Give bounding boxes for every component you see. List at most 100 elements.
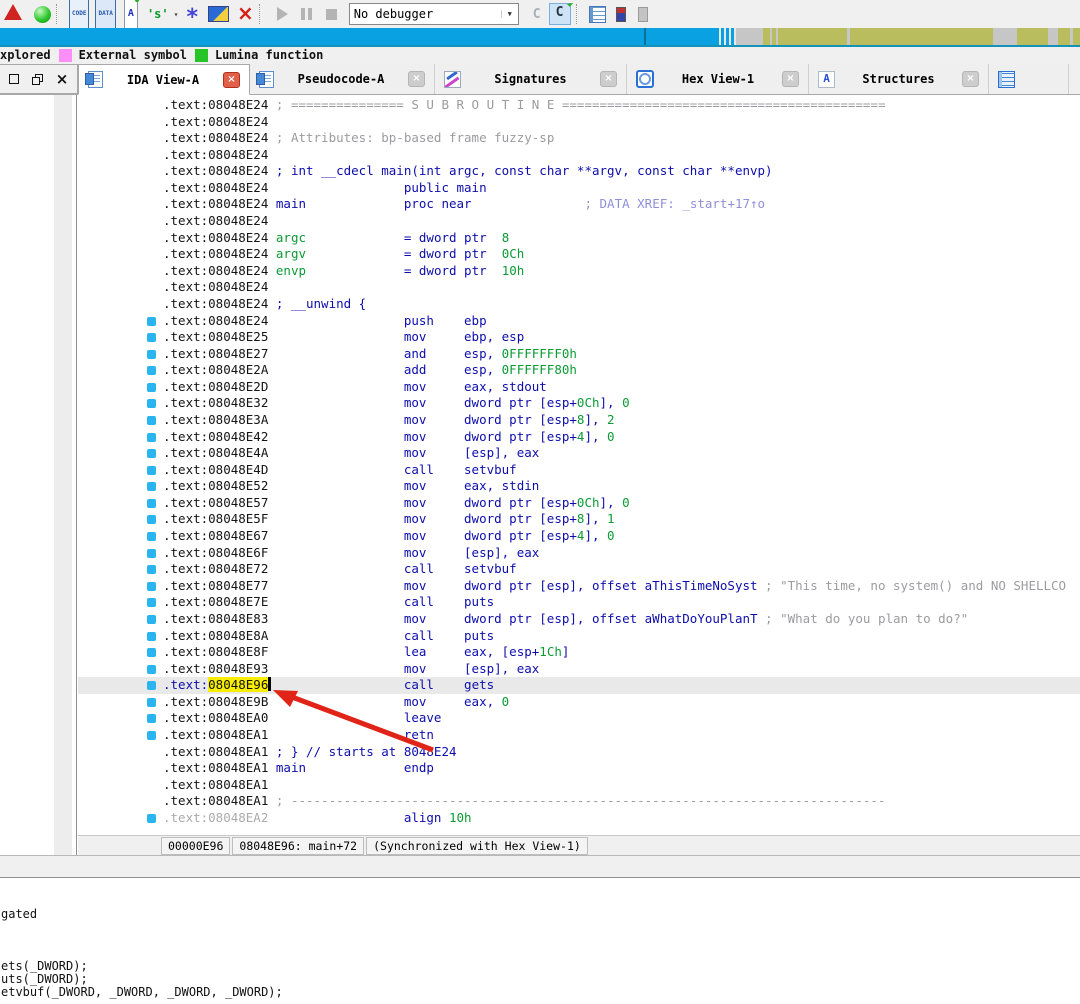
disasm-line[interactable]: .text:08048EA2 align 10h xyxy=(78,810,1080,827)
make-name-button[interactable]: A xyxy=(124,0,138,29)
disasm-line[interactable]: .text:08048E24 envp = dword ptr 10h xyxy=(78,263,1080,280)
warning-button[interactable] xyxy=(0,2,22,26)
disasm-line[interactable]: .text:08048E6F mov [esp], eax xyxy=(78,545,1080,562)
tab-close-icon[interactable]: × xyxy=(782,71,799,87)
undefine-button[interactable]: × xyxy=(237,3,254,23)
disasm-text: .text:08048E3A mov dword ptr [esp+8], 2 xyxy=(163,412,615,427)
instruction-dot-icon xyxy=(147,433,156,442)
tab-close-icon[interactable]: × xyxy=(600,71,617,87)
snowflake-icon[interactable]: * xyxy=(186,12,198,23)
disasm-line[interactable]: .text:08048EA0 leave xyxy=(78,710,1080,727)
disasm-line[interactable]: .text:08048E8F lea eax, [esp+1Ch] xyxy=(78,644,1080,661)
tab-hex-view-1[interactable]: Hex View-1× xyxy=(627,64,809,94)
navband-gray-stripe xyxy=(776,28,778,45)
disasm-line[interactable]: .text:08048EA1 ; } // starts at 8048E24 xyxy=(78,744,1080,761)
chip-disabled-icon xyxy=(638,7,648,22)
disasm-line[interactable]: .text:08048EA1 ; -----------------------… xyxy=(78,793,1080,810)
start-process-button[interactable] xyxy=(277,7,288,21)
close-window-icon[interactable]: × xyxy=(56,72,69,87)
tab-close-icon[interactable]: × xyxy=(962,71,979,87)
disasm-line[interactable]: .text:08048E24 push ebp xyxy=(78,313,1080,330)
disasm-line[interactable]: .text:08048EA1 xyxy=(78,777,1080,794)
disasm-line[interactable]: .text:08048E24 ; Attributes: bp-based fr… xyxy=(78,130,1080,147)
navband-stripes xyxy=(716,28,736,45)
disasm-text: .text:08048E24 ; int __cdecl main(int ar… xyxy=(163,163,773,178)
disasm-line[interactable]: .text:08048E3A mov dword ptr [esp+8], 2 xyxy=(78,412,1080,429)
tab-pseudocode-a[interactable]: Pseudocode-A× xyxy=(250,64,435,94)
disasm-line[interactable]: .text:08048E24 main proc near ; DATA XRE… xyxy=(78,196,1080,213)
disasm-line[interactable]: .text:08048E24 xyxy=(78,279,1080,296)
legend-label: xplored xyxy=(0,47,51,64)
disasm-line[interactable]: .text:08048E24 xyxy=(78,147,1080,164)
debugger-select[interactable]: No debugger ▼ xyxy=(349,3,519,25)
lumina-button[interactable] xyxy=(22,2,51,26)
make-data-button[interactable]: DATA xyxy=(95,0,115,31)
disasm-line[interactable]: .text:08048E24 argv = dword ptr 0Ch xyxy=(78,246,1080,263)
disasm-text: .text:08048E72 call setvbuf xyxy=(163,561,517,576)
tab-close-icon[interactable]: × xyxy=(408,71,425,87)
tab-close-icon[interactable]: × xyxy=(223,72,240,88)
disasm-line[interactable]: .text:08048EA1 main endp xyxy=(78,760,1080,777)
jump-cross-reference-button[interactable]: C xyxy=(549,3,571,25)
disasm-line[interactable]: .text:08048E96 call gets xyxy=(78,677,1080,694)
disasm-line[interactable]: .text:08048E72 call setvbuf xyxy=(78,561,1080,578)
disasm-line[interactable]: .text:08048E24 xyxy=(78,213,1080,230)
disasm-line[interactable]: .text:08048E67 mov dword ptr [esp+4], 0 xyxy=(78,528,1080,545)
chevron-down-icon[interactable]: ▾ xyxy=(174,10,179,19)
navigation-band[interactable] xyxy=(0,28,1080,47)
stop-process-button[interactable] xyxy=(326,9,337,20)
scrollbar-track[interactable] xyxy=(54,95,72,855)
disasm-line[interactable]: .text:08048E4A mov [esp], eax xyxy=(78,445,1080,462)
disasm-text: .text:08048E24 xyxy=(163,213,268,228)
disasm-line[interactable]: .text:08048E93 mov [esp], eax xyxy=(78,661,1080,678)
disasm-line[interactable]: .text:08048E42 mov dword ptr [esp+4], 0 xyxy=(78,429,1080,446)
disasm-line[interactable]: .text:08048E5F mov dword ptr [esp+8], 1 xyxy=(78,511,1080,528)
disasm-line[interactable]: .text:08048E24 ; =============== S U B R… xyxy=(78,97,1080,114)
disasm-line[interactable]: .text:08048E32 mov dword ptr [esp+0Ch], … xyxy=(78,395,1080,412)
status-cell: 08048E96: main+72 xyxy=(232,837,364,855)
disasm-line[interactable]: .text:08048E7E call puts xyxy=(78,594,1080,611)
float-window-icon[interactable] xyxy=(9,74,19,84)
restore-window-icon[interactable] xyxy=(32,74,43,85)
disasm-text: .text:08048E52 mov eax, stdin xyxy=(163,478,539,493)
instruction-dot-icon xyxy=(147,615,156,624)
line-gutter xyxy=(147,151,156,160)
notebook-icon[interactable] xyxy=(589,6,606,23)
disasm-line[interactable]: .text:08048E24 ; int __cdecl main(int ar… xyxy=(78,163,1080,180)
disasm-line[interactable]: .text:08048E24 xyxy=(78,114,1080,131)
disasm-text: .text:08048EA1 retn xyxy=(163,727,434,742)
ida-view-a[interactable]: .text:08048E24 ; =============== S U B R… xyxy=(78,95,1080,855)
disasm-line[interactable]: .text:08048E9B mov eax, 0 xyxy=(78,694,1080,711)
line-gutter xyxy=(147,200,156,209)
signatures-icon xyxy=(444,71,461,88)
disasm-line[interactable]: .text:08048E83 mov dword ptr [esp], offs… xyxy=(78,611,1080,628)
make-string-button[interactable]: 's' xyxy=(147,8,169,20)
disasm-line[interactable]: .text:08048E27 and esp, 0FFFFFFF0h xyxy=(78,346,1080,363)
disasm-line[interactable]: .text:08048E24 ; __unwind { xyxy=(78,296,1080,313)
make-code-button[interactable]: CODE xyxy=(69,0,89,31)
disasm-line[interactable]: .text:08048E24 public main xyxy=(78,180,1080,197)
disasm-line[interactable]: .text:08048E4D call setvbuf xyxy=(78,462,1080,479)
output-window[interactable]: gatedets(_DWORD);uts(_DWORD);etvbuf(_DWO… xyxy=(0,877,1080,1004)
disasm-line[interactable]: .text:08048E2D mov eax, stdout xyxy=(78,379,1080,396)
disasm-line[interactable]: .text:08048E77 mov dword ptr [esp], offs… xyxy=(78,578,1080,595)
tab-label: Signatures xyxy=(467,64,594,94)
disasm-line[interactable]: .text:08048EA1 retn xyxy=(78,727,1080,744)
disasm-line[interactable]: .text:08048E24 argc = dword ptr 8 xyxy=(78,230,1080,247)
tab-signatures[interactable]: Signatures × xyxy=(435,64,627,94)
cross-references-button[interactable]: C xyxy=(533,8,541,21)
disasm-line[interactable]: .text:08048E25 mov ebp, esp xyxy=(78,329,1080,346)
disasm-line[interactable]: .text:08048E57 mov dword ptr [esp+0Ch], … xyxy=(78,495,1080,512)
colors-icon[interactable] xyxy=(208,6,229,22)
chip-icon[interactable] xyxy=(616,7,626,22)
line-gutter xyxy=(147,101,156,110)
tab-structures[interactable]: AStructures× xyxy=(809,64,989,94)
pause-process-button[interactable] xyxy=(301,8,312,20)
disasm-line[interactable]: .text:08048E52 mov eax, stdin xyxy=(78,478,1080,495)
tab-enums[interactable] xyxy=(989,64,1069,94)
toolbar-separator xyxy=(576,4,577,24)
tab-ida-view-a[interactable]: IDA View-A× xyxy=(78,64,250,95)
disasm-line[interactable]: .text:08048E2A add esp, 0FFFFFF80h xyxy=(78,362,1080,379)
functions-panel xyxy=(0,95,77,855)
disasm-line[interactable]: .text:08048E8A call puts xyxy=(78,628,1080,645)
